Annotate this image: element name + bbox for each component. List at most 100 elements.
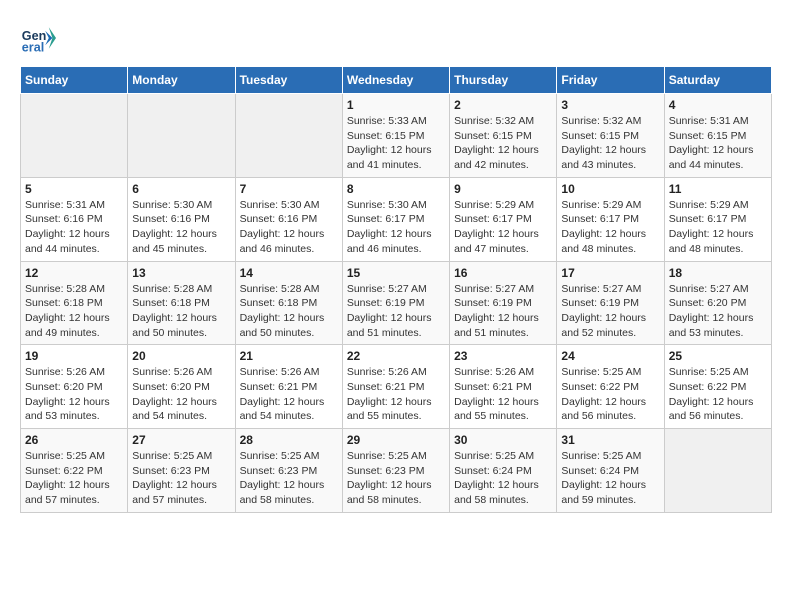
week-row-3: 19 Sunrise: 5:26 AM Sunset: 6:20 PM Dayli… — [21, 345, 772, 429]
calendar-body: 1 Sunrise: 5:33 AM Sunset: 6:15 PM Daylig… — [21, 94, 772, 513]
day-number: 1 — [347, 98, 445, 112]
day-info: Sunrise: 5:33 AM Sunset: 6:15 PM Dayligh… — [347, 114, 445, 173]
header-sunday: Sunday — [21, 67, 128, 94]
calendar-cell: 30 Sunrise: 5:25 AM Sunset: 6:24 PM Dayli… — [450, 429, 557, 513]
day-number: 18 — [669, 266, 767, 280]
day-number: 10 — [561, 182, 659, 196]
day-info: Sunrise: 5:32 AM Sunset: 6:15 PM Dayligh… — [561, 114, 659, 173]
day-info: Sunrise: 5:26 AM Sunset: 6:21 PM Dayligh… — [347, 365, 445, 424]
day-number: 11 — [669, 182, 767, 196]
calendar-cell — [21, 94, 128, 178]
day-number: 29 — [347, 433, 445, 447]
week-row-2: 12 Sunrise: 5:28 AM Sunset: 6:18 PM Dayli… — [21, 261, 772, 345]
calendar-cell: 12Sunrise: 5:28 AM Sunset: 6:18 PM Dayli… — [21, 261, 128, 345]
calendar-cell: 14 Sunrise: 5:28 AM Sunset: 6:18 PM Dayli… — [235, 261, 342, 345]
page-header: Gen eral — [20, 20, 772, 56]
day-info: Sunrise: 5:26 AM Sunset: 6:21 PM Dayligh… — [240, 365, 338, 424]
day-number: 16 — [454, 266, 552, 280]
day-number: 30 — [454, 433, 552, 447]
calendar-cell: 3 Sunrise: 5:32 AM Sunset: 6:15 PM Daylig… — [557, 94, 664, 178]
day-number: 3 — [561, 98, 659, 112]
calendar-cell: 20 Sunrise: 5:26 AM Sunset: 6:20 PM Dayli… — [128, 345, 235, 429]
day-info: Sunrise: 5:25 AM Sunset: 6:24 PM Dayligh… — [454, 449, 552, 508]
calendar-cell: 8 Sunrise: 5:30 AM Sunset: 6:17 PM Daylig… — [342, 177, 449, 261]
calendar-header: SundayMondayTuesdayWednesdayThursdayFrid… — [21, 67, 772, 94]
day-info: Sunrise: 5:25 AM Sunset: 6:22 PM Dayligh… — [25, 449, 123, 508]
day-number: 24 — [561, 349, 659, 363]
calendar-cell: 10 Sunrise: 5:29 AM Sunset: 6:17 PM Dayli… — [557, 177, 664, 261]
day-info: Sunrise: 5:25 AM Sunset: 6:22 PM Dayligh… — [669, 365, 767, 424]
header-row: SundayMondayTuesdayWednesdayThursdayFrid… — [21, 67, 772, 94]
calendar-cell: 27 Sunrise: 5:25 AM Sunset: 6:23 PM Dayli… — [128, 429, 235, 513]
day-number: 21 — [240, 349, 338, 363]
day-info: Sunrise: 5:28 AM Sunset: 6:18 PM Dayligh… — [240, 282, 338, 341]
day-info: Sunrise: 5:30 AM Sunset: 6:16 PM Dayligh… — [240, 198, 338, 257]
day-number: 9 — [454, 182, 552, 196]
calendar-cell: 2 Sunrise: 5:32 AM Sunset: 6:15 PM Daylig… — [450, 94, 557, 178]
calendar-cell — [128, 94, 235, 178]
calendar-cell: 29 Sunrise: 5:25 AM Sunset: 6:23 PM Dayli… — [342, 429, 449, 513]
day-number: 28 — [240, 433, 338, 447]
week-row-1: 5Sunrise: 5:31 AM Sunset: 6:16 PM Daylig… — [21, 177, 772, 261]
day-info: Sunrise: 5:27 AM Sunset: 6:19 PM Dayligh… — [561, 282, 659, 341]
day-info: Sunrise: 5:27 AM Sunset: 6:19 PM Dayligh… — [454, 282, 552, 341]
day-number: 27 — [132, 433, 230, 447]
day-number: 5 — [25, 182, 123, 196]
header-friday: Friday — [557, 67, 664, 94]
day-info: Sunrise: 5:27 AM Sunset: 6:20 PM Dayligh… — [669, 282, 767, 341]
day-info: Sunrise: 5:25 AM Sunset: 6:24 PM Dayligh… — [561, 449, 659, 508]
header-wednesday: Wednesday — [342, 67, 449, 94]
calendar-cell: 18 Sunrise: 5:27 AM Sunset: 6:20 PM Dayli… — [664, 261, 771, 345]
day-number: 2 — [454, 98, 552, 112]
calendar-cell: 1 Sunrise: 5:33 AM Sunset: 6:15 PM Daylig… — [342, 94, 449, 178]
calendar-cell: 7Sunrise: 5:30 AM Sunset: 6:16 PM Daylig… — [235, 177, 342, 261]
day-info: Sunrise: 5:25 AM Sunset: 6:23 PM Dayligh… — [347, 449, 445, 508]
day-info: Sunrise: 5:25 AM Sunset: 6:23 PM Dayligh… — [240, 449, 338, 508]
calendar-cell: 11 Sunrise: 5:29 AM Sunset: 6:17 PM Dayli… — [664, 177, 771, 261]
calendar-cell: 4 Sunrise: 5:31 AM Sunset: 6:15 PM Daylig… — [664, 94, 771, 178]
calendar-cell: 19 Sunrise: 5:26 AM Sunset: 6:20 PM Dayli… — [21, 345, 128, 429]
calendar-cell: 22 Sunrise: 5:26 AM Sunset: 6:21 PM Dayli… — [342, 345, 449, 429]
calendar-table: SundayMondayTuesdayWednesdayThursdayFrid… — [20, 66, 772, 513]
day-info: Sunrise: 5:29 AM Sunset: 6:17 PM Dayligh… — [669, 198, 767, 257]
day-number: 12 — [25, 266, 123, 280]
day-number: 19 — [25, 349, 123, 363]
calendar-cell: 24Sunrise: 5:25 AM Sunset: 6:22 PM Dayli… — [557, 345, 664, 429]
week-row-4: 26 Sunrise: 5:25 AM Sunset: 6:22 PM Dayli… — [21, 429, 772, 513]
header-saturday: Saturday — [664, 67, 771, 94]
calendar-cell: 26 Sunrise: 5:25 AM Sunset: 6:22 PM Dayli… — [21, 429, 128, 513]
calendar-cell: 31Sunrise: 5:25 AM Sunset: 6:24 PM Dayli… — [557, 429, 664, 513]
header-thursday: Thursday — [450, 67, 557, 94]
day-number: 26 — [25, 433, 123, 447]
day-info: Sunrise: 5:29 AM Sunset: 6:17 PM Dayligh… — [454, 198, 552, 257]
svg-text:eral: eral — [22, 41, 44, 55]
calendar-cell: 5Sunrise: 5:31 AM Sunset: 6:16 PM Daylig… — [21, 177, 128, 261]
day-number: 20 — [132, 349, 230, 363]
day-number: 8 — [347, 182, 445, 196]
calendar-cell: 6 Sunrise: 5:30 AM Sunset: 6:16 PM Daylig… — [128, 177, 235, 261]
day-info: Sunrise: 5:32 AM Sunset: 6:15 PM Dayligh… — [454, 114, 552, 173]
day-number: 17 — [561, 266, 659, 280]
day-number: 14 — [240, 266, 338, 280]
day-info: Sunrise: 5:29 AM Sunset: 6:17 PM Dayligh… — [561, 198, 659, 257]
day-info: Sunrise: 5:31 AM Sunset: 6:15 PM Dayligh… — [669, 114, 767, 173]
day-number: 25 — [669, 349, 767, 363]
day-info: Sunrise: 5:28 AM Sunset: 6:18 PM Dayligh… — [132, 282, 230, 341]
day-number: 6 — [132, 182, 230, 196]
calendar-cell: 13Sunrise: 5:28 AM Sunset: 6:18 PM Dayli… — [128, 261, 235, 345]
day-number: 22 — [347, 349, 445, 363]
calendar-cell: 21 Sunrise: 5:26 AM Sunset: 6:21 PM Dayli… — [235, 345, 342, 429]
calendar-cell: 15 Sunrise: 5:27 AM Sunset: 6:19 PM Dayli… — [342, 261, 449, 345]
day-info: Sunrise: 5:25 AM Sunset: 6:23 PM Dayligh… — [132, 449, 230, 508]
day-info: Sunrise: 5:27 AM Sunset: 6:19 PM Dayligh… — [347, 282, 445, 341]
calendar-cell: 16 Sunrise: 5:27 AM Sunset: 6:19 PM Dayli… — [450, 261, 557, 345]
header-monday: Monday — [128, 67, 235, 94]
calendar-cell: 23Sunrise: 5:26 AM Sunset: 6:21 PM Dayli… — [450, 345, 557, 429]
day-info: Sunrise: 5:30 AM Sunset: 6:17 PM Dayligh… — [347, 198, 445, 257]
day-info: Sunrise: 5:30 AM Sunset: 6:16 PM Dayligh… — [132, 198, 230, 257]
day-info: Sunrise: 5:26 AM Sunset: 6:20 PM Dayligh… — [132, 365, 230, 424]
day-number: 4 — [669, 98, 767, 112]
day-number: 15 — [347, 266, 445, 280]
day-info: Sunrise: 5:26 AM Sunset: 6:20 PM Dayligh… — [25, 365, 123, 424]
header-tuesday: Tuesday — [235, 67, 342, 94]
